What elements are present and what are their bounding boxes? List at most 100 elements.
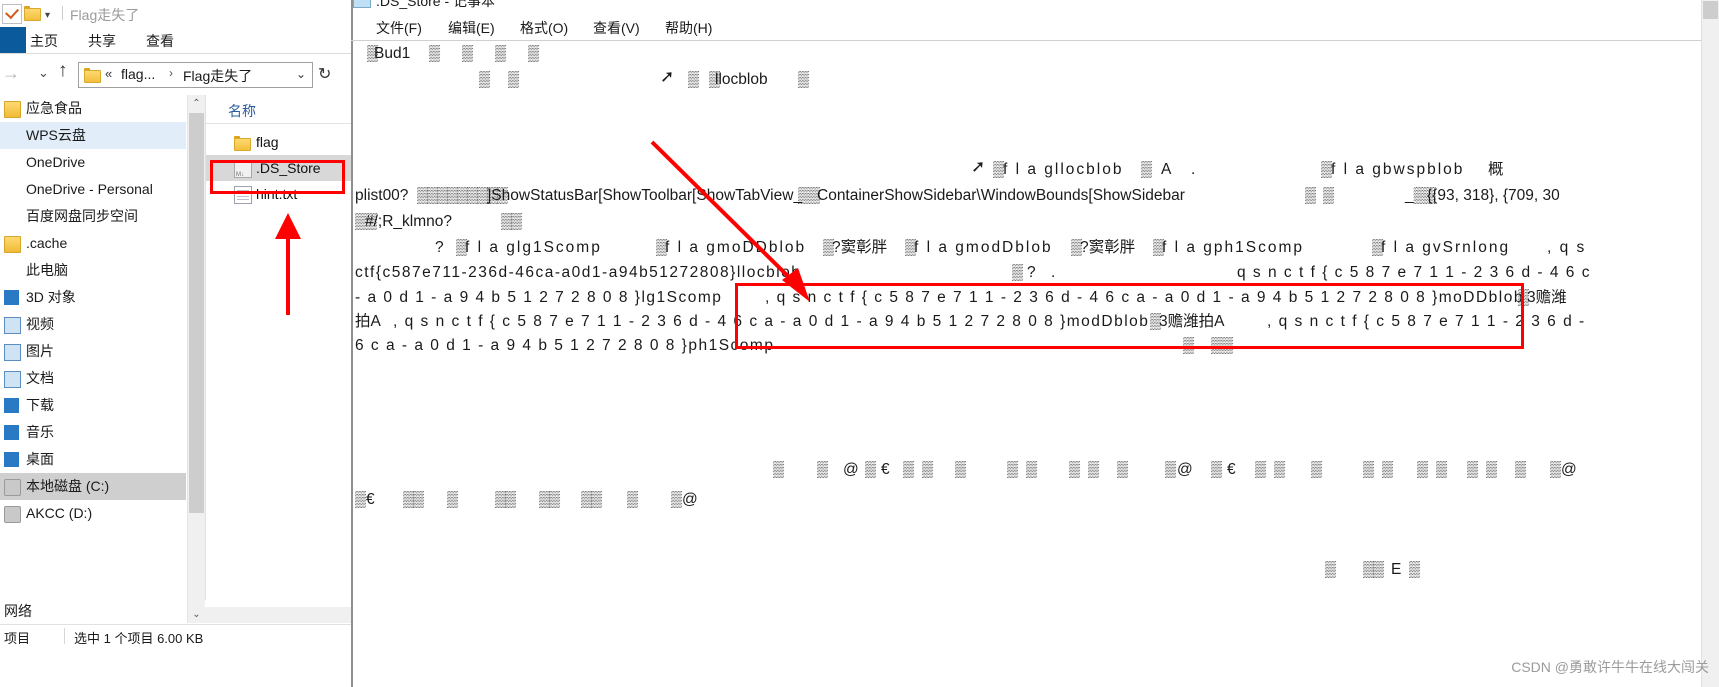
text-line-4-null4: ▒ bbox=[1323, 187, 1334, 204]
divider bbox=[351, 40, 1719, 41]
breadcrumb-separator-icon[interactable]: › bbox=[169, 66, 173, 80]
text-line-9-head: 拍A bbox=[355, 313, 381, 330]
text-glyph-block-12: @ bbox=[1177, 461, 1193, 478]
text-glyph-block-16: ▒ bbox=[1311, 461, 1322, 478]
text-line-8-cjk: 3赡潍 bbox=[1527, 289, 1567, 306]
text-glyph-row2-3: ▒ bbox=[447, 491, 458, 508]
sidebar-item-9[interactable]: 图片 bbox=[0, 338, 186, 365]
text-glyph-block-18: ▒▒ bbox=[1417, 461, 1455, 478]
menu-help[interactable]: 帮助(H) bbox=[665, 18, 712, 38]
text-line-1-nulls: ▒▒▒▒ bbox=[429, 45, 561, 62]
text-line-3-a: A bbox=[1161, 161, 1172, 178]
text-glyph-block-5: € bbox=[881, 461, 890, 478]
sidebar-item-6[interactable]: 此电脑 bbox=[0, 257, 186, 284]
address-bar-row: → ⌄ ↑ « flag... › Flag走失了 ⌄ ↻ bbox=[0, 56, 351, 92]
sidebar-item-network[interactable]: 网络 bbox=[4, 601, 32, 621]
sidebar-item-label: 桌面 bbox=[26, 451, 54, 467]
sidebar-item-12[interactable]: 音乐 bbox=[0, 419, 186, 446]
sidebar-item-1[interactable]: WPS云盘 bbox=[0, 122, 186, 149]
column-header-row[interactable]: 名称 bbox=[206, 95, 351, 124]
address-input[interactable]: « flag... › Flag走失了 ⌄ bbox=[78, 62, 313, 88]
sidebar-item-label: 应急食品 bbox=[26, 100, 82, 116]
sidebar-item-13[interactable]: 桌面 bbox=[0, 446, 186, 473]
tab-home[interactable]: 主页 bbox=[30, 31, 58, 51]
column-header-name[interactable]: 名称 bbox=[228, 101, 256, 121]
menu-format[interactable]: 格式(O) bbox=[520, 18, 568, 38]
checkmark-icon[interactable] bbox=[2, 4, 22, 24]
text-line-7-flag-2: q s n c t f { c 5 8 7 e 7 1 1 - 2 3 6 d … bbox=[1237, 264, 1591, 281]
text-line-7-null: ▒ bbox=[1012, 264, 1023, 281]
scroll-down-icon[interactable]: ⌄ bbox=[188, 606, 205, 623]
scroll-up-icon[interactable]: ⌃ bbox=[188, 95, 205, 112]
folder-icon bbox=[84, 68, 101, 83]
text-line-6-flag-3: f l a gmodDblob bbox=[914, 239, 1053, 256]
text-line-4-keys2: ContainerShowSidebar\WindowBounds[ShowSi… bbox=[817, 187, 1185, 204]
sidebar-item-label: 音乐 bbox=[26, 424, 54, 440]
divider bbox=[0, 53, 351, 54]
explorer-title-bar: ▾ Flag走失了 bbox=[0, 0, 351, 26]
sidebar-item-11[interactable]: 下载 bbox=[0, 392, 186, 419]
chevron-down-icon[interactable]: ▾ bbox=[45, 10, 50, 21]
text-glyph-block-2: ▒ bbox=[817, 461, 828, 478]
window-border bbox=[351, 0, 353, 687]
sidebar-item-label: OneDrive - Personal bbox=[26, 181, 153, 197]
sidebar-item-0[interactable]: 应急食品 bbox=[0, 95, 186, 122]
menu-view[interactable]: 查看(V) bbox=[593, 18, 640, 38]
red-highlight-box-ds-store bbox=[210, 160, 345, 194]
text-glyph-block-1: ▒ bbox=[773, 461, 784, 478]
up-icon[interactable]: ↑ bbox=[58, 60, 68, 82]
tab-share[interactable]: 共享 bbox=[88, 31, 116, 51]
text-line-4-plist: plist00? bbox=[355, 187, 409, 204]
sidebar-item-label: 百度网盘同步空间 bbox=[26, 208, 138, 224]
navigation-scrollbar[interactable]: ⌃ ⌄ bbox=[187, 95, 205, 623]
tab-view[interactable]: 查看 bbox=[146, 31, 174, 51]
breadcrumb-overflow-icon[interactable]: « bbox=[105, 66, 112, 81]
text-glyph-block-10: ▒ bbox=[1117, 461, 1128, 478]
recent-locations-icon[interactable]: ⌄ bbox=[38, 65, 49, 81]
folder-icon[interactable] bbox=[24, 6, 41, 21]
breadcrumb-item-2[interactable]: Flag走失了 bbox=[183, 66, 252, 86]
text-line-3-null-2: ▒ bbox=[1141, 161, 1152, 178]
text-glyph-block-4: ▒ bbox=[865, 461, 876, 478]
notepad-title-text: .DS_Store - 记事本 bbox=[376, 0, 496, 9]
sidebar-item-7[interactable]: 3D 对象 bbox=[0, 284, 186, 311]
sidebar-item-14[interactable]: 本地磁盘 (C:) bbox=[0, 473, 186, 500]
chevron-down-icon[interactable]: ⌄ bbox=[296, 67, 306, 81]
forward-icon[interactable]: → bbox=[2, 63, 20, 84]
ribbon-tab-bar: 主页 共享 查看 bbox=[0, 27, 351, 53]
menu-file[interactable]: 文件(F) bbox=[376, 18, 422, 38]
sidebar-item-2[interactable]: OneDrive bbox=[0, 149, 186, 176]
baidu-icon bbox=[4, 209, 19, 224]
text-glyph-row2-6: ▒▒ bbox=[581, 491, 602, 508]
sidebar-item-5[interactable]: .cache bbox=[0, 230, 186, 257]
sidebar-item-3[interactable]: OneDrive - Personal bbox=[0, 176, 186, 203]
caret-up-glyph-2: ➚ bbox=[971, 157, 986, 176]
file-list-horizontal-scrollbar[interactable] bbox=[205, 607, 351, 623]
sidebar-item-10[interactable]: 文档 bbox=[0, 365, 186, 392]
sidebar-item-15[interactable]: AKCC (D:) bbox=[0, 500, 186, 527]
file-menu-button[interactable] bbox=[0, 27, 26, 53]
menu-edit[interactable]: 编辑(E) bbox=[448, 18, 495, 38]
sidebar-item-label: 图片 bbox=[26, 343, 54, 359]
list-item[interactable]: flag bbox=[206, 129, 351, 155]
sidebar-item-4[interactable]: 百度网盘同步空间 bbox=[0, 203, 186, 230]
text-line-1-value: Bud1 bbox=[374, 45, 411, 62]
sidebar-item-label: 本地磁盘 (C:) bbox=[26, 478, 110, 494]
notepad-scrollbar[interactable] bbox=[1701, 0, 1719, 687]
sidebar-item-8[interactable]: 视频 bbox=[0, 311, 186, 338]
file-name: flag bbox=[256, 134, 279, 150]
refresh-icon[interactable]: ↻ bbox=[318, 64, 331, 84]
arrow-pointing-to-ds-store-icon bbox=[262, 205, 318, 315]
notepad-text-area[interactable]: ▒ Bud1 ▒▒▒▒ ▒▒ ➚ ▒▒ llocblob ▒ ➚ ▒ f l a… bbox=[355, 42, 1705, 682]
scrollbar-thumb[interactable] bbox=[189, 113, 204, 513]
text-glyph-block-13: ▒ bbox=[1211, 461, 1222, 478]
sidebar-item-label: 视频 bbox=[26, 316, 54, 332]
text-glyph-block-15: ▒▒ bbox=[1255, 461, 1293, 478]
breadcrumb-item-1[interactable]: flag... bbox=[121, 66, 155, 82]
text-glyph-row2-4: ▒▒ bbox=[495, 491, 516, 508]
scrollbar-thumb[interactable] bbox=[1703, 1, 1718, 19]
3d-objects-icon bbox=[4, 290, 19, 305]
text-glyph-block-17: ▒▒ bbox=[1363, 461, 1401, 478]
text-line-7-dot: . bbox=[1051, 264, 1056, 281]
sidebar-item-label: .cache bbox=[26, 235, 68, 251]
